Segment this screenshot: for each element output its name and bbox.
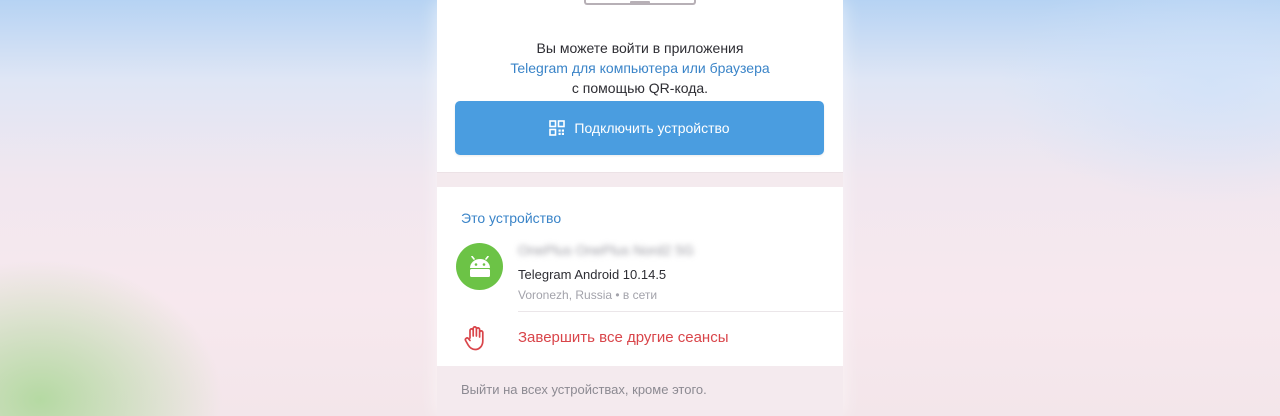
this-device-heading: Это устройство bbox=[461, 210, 562, 226]
device-name: OnePlus OnePlus Nord2 5G bbox=[518, 242, 694, 258]
device-location-status: Voronezh, Russia • в сети bbox=[518, 288, 658, 302]
hand-stop-icon bbox=[464, 326, 484, 351]
android-icon bbox=[456, 243, 503, 290]
connect-device-label: Подключить устройство bbox=[574, 120, 730, 136]
laptop-illustration-icon bbox=[584, 0, 696, 5]
qr-text-line-1: Вы можете войти в приложения bbox=[536, 40, 744, 56]
qr-login-description: Вы можете войти в приложения Telegram дл… bbox=[457, 38, 823, 98]
device-app-version: Telegram Android 10.14.5 bbox=[518, 267, 667, 282]
qr-text-line-3: с помощью QR-кода. bbox=[571, 80, 709, 96]
row-divider bbox=[518, 311, 843, 312]
telegram-devices-screen: Вы можете войти в приложения Telegram дл… bbox=[437, 0, 843, 416]
footer-hint: Выйти на всех устройствах, кроме этого. bbox=[461, 382, 707, 397]
terminate-other-sessions-button[interactable]: Завершить все другие сеансы bbox=[518, 329, 729, 346]
qr-code-icon bbox=[549, 120, 566, 136]
connect-device-button[interactable]: Подключить устройство bbox=[455, 101, 824, 155]
section-divider bbox=[437, 172, 843, 187]
qr-text-link[interactable]: Telegram для компьютера или браузера bbox=[457, 58, 823, 78]
